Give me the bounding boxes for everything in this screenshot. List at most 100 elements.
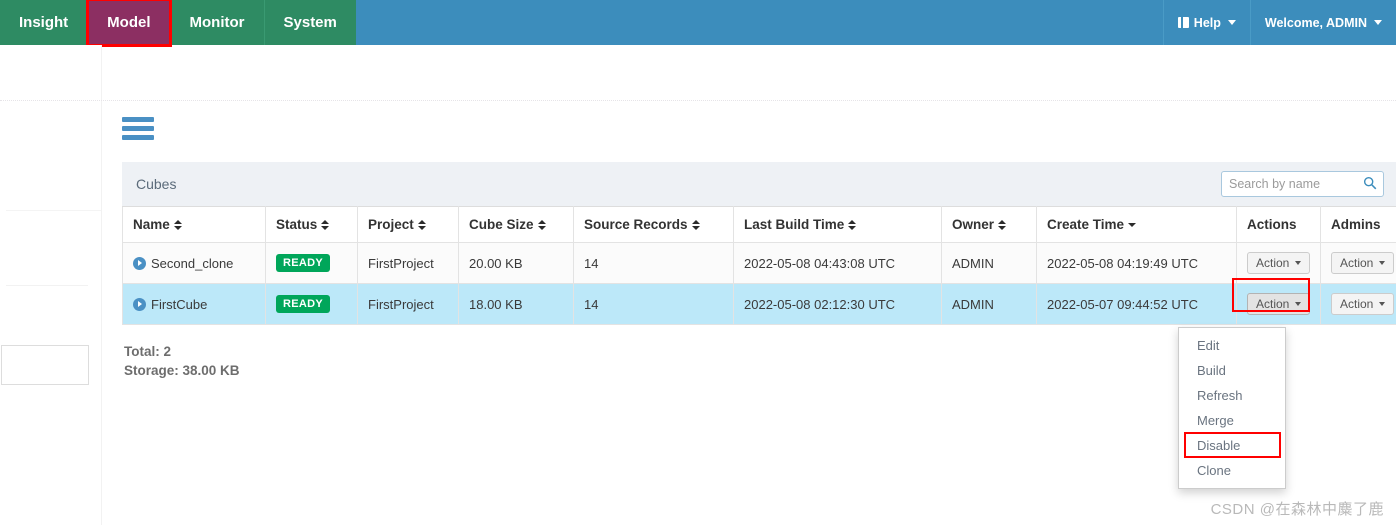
column-header-cube-size[interactable]: Cube Size [458,206,574,243]
chevron-down-icon [1295,302,1302,306]
column-header-name[interactable]: Name [122,206,266,243]
cell-name[interactable]: FirstCube [122,283,266,325]
cell-actions: Action [1236,242,1321,284]
column-header-admins-label: Admins [1331,217,1381,232]
chevron-down-icon [1374,20,1382,25]
cubes-panel-header: Cubes [122,162,1396,206]
admin-action-button-label: Action [1340,256,1374,270]
menu-hamburger-icon[interactable] [122,117,154,140]
help-menu[interactable]: Help [1162,0,1250,45]
cell-project[interactable]: FirstProject [357,283,459,325]
sort-both-icon [537,219,546,231]
menu-item-disable[interactable]: Disable [1179,432,1285,458]
cell-admins: Action [1320,283,1396,325]
column-header-source-records[interactable]: Source Records [573,206,734,243]
column-header-project-label: Project [368,217,414,232]
cell-owner: ADMIN [941,242,1037,284]
nav-tab-monitor[interactable]: Monitor [169,0,264,45]
column-header-last-build-time[interactable]: Last Build Time [733,206,942,243]
menu-item-refresh[interactable]: Refresh [1179,383,1285,408]
sort-both-icon [417,219,426,231]
nav-tab-model[interactable]: Model [86,0,172,47]
action-button-open[interactable]: Action [1247,293,1311,315]
admin-action-button[interactable]: Action [1331,252,1395,274]
expand-arrow-icon[interactable] [133,297,146,311]
action-button[interactable]: Action [1247,252,1311,274]
admin-action-button-label: Action [1340,297,1374,311]
cell-cube-size: 20.00 KB [458,242,574,284]
chevron-down-icon [1295,261,1302,265]
table-header-row: Name Status Project Cube Size Source Rec… [122,206,1396,243]
chevron-down-icon [1379,302,1386,306]
action-button-label: Action [1256,256,1290,270]
menu-item-clone-label: Clone [1197,463,1231,478]
nav-tab-system[interactable]: System [263,0,356,45]
action-button-label: Action [1256,297,1290,311]
nav-tab-insight[interactable]: Insight [0,0,88,45]
sort-both-icon [691,219,700,231]
sort-both-icon [998,219,1007,231]
hamburger-bar [122,126,154,131]
menu-item-build[interactable]: Build [1179,358,1285,383]
nav-tab-insight-label: Insight [19,14,69,31]
hamburger-bar [122,117,154,122]
menu-item-clone[interactable]: Clone [1179,458,1285,483]
cell-owner: ADMIN [941,283,1037,325]
top-navigation-bar: Insight Model Monitor System Help Welcom… [0,0,1396,47]
column-header-admins: Admins [1320,206,1396,243]
cell-project[interactable]: FirstProject [357,242,459,284]
cell-name-label: Second_clone [151,255,234,271]
cell-status: READY [265,242,358,284]
cell-last-build-time: 2022-05-08 04:43:08 UTC [733,242,942,284]
expand-arrow-icon[interactable] [133,256,146,270]
sidebar-empty-box [1,345,89,385]
nav-right-menu: Help Welcome, ADMIN [1162,0,1396,45]
hamburger-bar [122,135,154,140]
menu-item-edit[interactable]: Edit [1179,333,1285,358]
nav-tab-model-label: Model [107,14,151,31]
sidebar-divider [6,285,88,286]
column-header-last-build-time-label: Last Build Time [744,217,845,232]
nav-tab-monitor-label: Monitor [189,14,245,31]
user-menu-label: Welcome, ADMIN [1264,15,1367,30]
chevron-down-icon [1227,20,1236,25]
cell-actions: Action [1232,278,1321,325]
action-dropdown-menu: Edit Build Refresh Merge Disable Clone [1178,327,1286,489]
table-row[interactable]: FirstCube READY FirstProject 18.00 KB 14… [122,278,1396,325]
column-header-create-time[interactable]: Create Time [1036,206,1237,243]
status-badge: READY [276,254,331,272]
left-sidebar-remnant [0,45,102,525]
search-box [1221,171,1384,197]
column-header-owner[interactable]: Owner [941,206,1037,243]
sort-both-icon [321,219,330,231]
book-icon [1177,17,1189,28]
chevron-down-icon [1379,261,1386,265]
cell-name[interactable]: Second_clone [122,242,266,284]
cell-last-build-time: 2022-05-08 02:12:30 UTC [733,283,942,325]
help-menu-label: Help [1193,15,1221,30]
menu-item-merge[interactable]: Merge [1179,408,1285,433]
table-row[interactable]: Second_clone READY FirstProject 20.00 KB… [122,242,1396,284]
column-header-owner-label: Owner [952,217,995,232]
column-header-actions: Actions [1236,206,1321,243]
cell-cube-size: 18.00 KB [458,283,574,325]
menu-item-edit-label: Edit [1197,338,1220,353]
user-menu[interactable]: Welcome, ADMIN [1249,0,1396,45]
sort-both-icon [173,219,182,231]
page-title: Cubes [136,176,177,192]
menu-item-disable-label: Disable [1197,438,1241,453]
menu-item-refresh-label: Refresh [1197,388,1243,403]
sort-both-icon [848,219,857,231]
status-badge: READY [276,295,331,313]
column-header-status[interactable]: Status [265,206,358,243]
column-header-create-time-label: Create Time [1047,217,1125,232]
cubes-table: Name Status Project Cube Size Source Rec… [122,206,1396,325]
column-header-actions-label: Actions [1247,217,1297,232]
column-header-project[interactable]: Project [357,206,459,243]
admin-action-button[interactable]: Action [1331,293,1395,315]
watermark: CSDN @在森林中麋了鹿 [1210,501,1384,518]
cell-admins: Action [1320,242,1396,284]
search-input[interactable] [1221,171,1384,197]
cell-name-label: FirstCube [151,296,208,312]
